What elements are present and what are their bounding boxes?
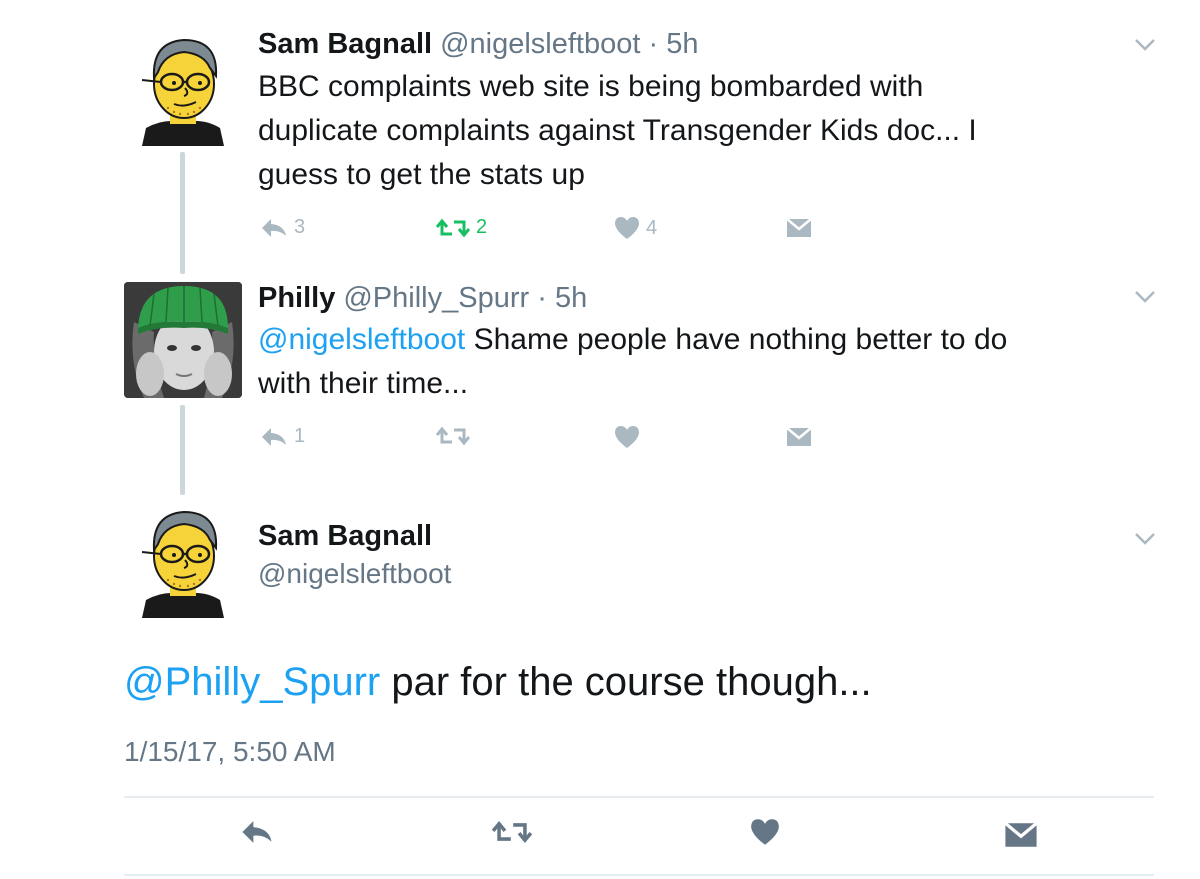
tweet-text: @nigelsleftboot Shame people have nothin… [258, 318, 1138, 406]
author-handle[interactable]: @Philly_Spurr [343, 282, 529, 314]
divider [124, 874, 1154, 876]
author-name[interactable]: Sam Bagnall [258, 28, 432, 60]
avatar-philly[interactable] [124, 282, 242, 398]
like-count: 4 [646, 216, 658, 239]
retweet-icon [436, 218, 470, 237]
like-button[interactable] [614, 425, 640, 449]
heart-icon [751, 819, 779, 845]
direct-message-button[interactable] [1004, 822, 1038, 848]
author-handle[interactable]: @nigelsleftboot [440, 28, 640, 60]
author-name[interactable]: Sam Bagnall [258, 520, 432, 553]
tweet-time[interactable]: 5h [666, 28, 698, 60]
reply-count: 1 [294, 425, 306, 447]
separator-dot: · [648, 28, 659, 60]
direct-message-button[interactable] [786, 218, 812, 238]
reply-icon [242, 821, 272, 843]
mention-link[interactable]: @Philly_Spurr [124, 660, 380, 704]
chevron-down-icon[interactable] [1134, 290, 1156, 304]
mention-link[interactable]: @nigelsleftboot [258, 323, 465, 356]
separator-dot: · [537, 282, 547, 314]
reply-icon [262, 427, 286, 446]
thread-line [180, 405, 185, 495]
reply-button[interactable]: 3 [260, 216, 305, 239]
author-name[interactable]: Philly [258, 282, 335, 314]
divider [124, 796, 1154, 798]
tweet-text-line: guess to get the stats up [258, 158, 585, 191]
tweet-text-line: BBC complaints web site is being bombard… [258, 70, 924, 103]
retweet-icon [436, 426, 470, 446]
like-button[interactable]: 4 [614, 216, 657, 240]
author-handle[interactable]: @nigelsleftboot [258, 558, 451, 590]
tweet-time[interactable]: 5h [555, 282, 587, 314]
tweet-timestamp[interactable]: 1/15/17, 5:50 AM [124, 736, 336, 768]
tweet-text-line: duplicate complaints against Transgender… [258, 114, 977, 147]
tweet-text: BBC complaints web site is being bombard… [258, 65, 1138, 197]
retweet-button[interactable] [436, 425, 470, 447]
avatar-sam-bagnall[interactable] [124, 28, 242, 146]
reply-button[interactable]: 1 [260, 425, 305, 448]
tweet-header: Philly @Philly_Spurr · 5h [258, 282, 587, 315]
envelope-icon [1004, 822, 1038, 847]
envelope-icon [786, 427, 812, 446]
chevron-down-icon[interactable] [1134, 532, 1156, 546]
retweet-count: 2 [476, 216, 488, 238]
heart-icon [615, 426, 639, 448]
tweet-header: Sam Bagnall @nigelsleftboot · 5h [258, 28, 698, 61]
retweet-button[interactable]: 2 [436, 216, 487, 239]
thread-line [180, 152, 185, 274]
tweet-text-line: with their time... [258, 367, 469, 400]
envelope-icon [786, 218, 812, 237]
chevron-down-icon[interactable] [1134, 38, 1156, 52]
retweet-button[interactable] [492, 818, 532, 846]
reply-button[interactable] [240, 818, 274, 846]
heart-icon [615, 217, 639, 239]
reply-count: 3 [294, 216, 306, 238]
direct-message-button[interactable] [786, 427, 812, 447]
tweet-text-line: Shame people have nothing better to do [465, 323, 1008, 356]
like-button[interactable] [750, 818, 780, 846]
tweet-body: par for the course though... [380, 660, 872, 704]
reply-icon [262, 218, 286, 237]
avatar-sam-bagnall[interactable] [124, 500, 242, 618]
focused-tweet-text: @Philly_Spurr par for the course though.… [124, 660, 872, 705]
retweet-icon [492, 821, 532, 843]
